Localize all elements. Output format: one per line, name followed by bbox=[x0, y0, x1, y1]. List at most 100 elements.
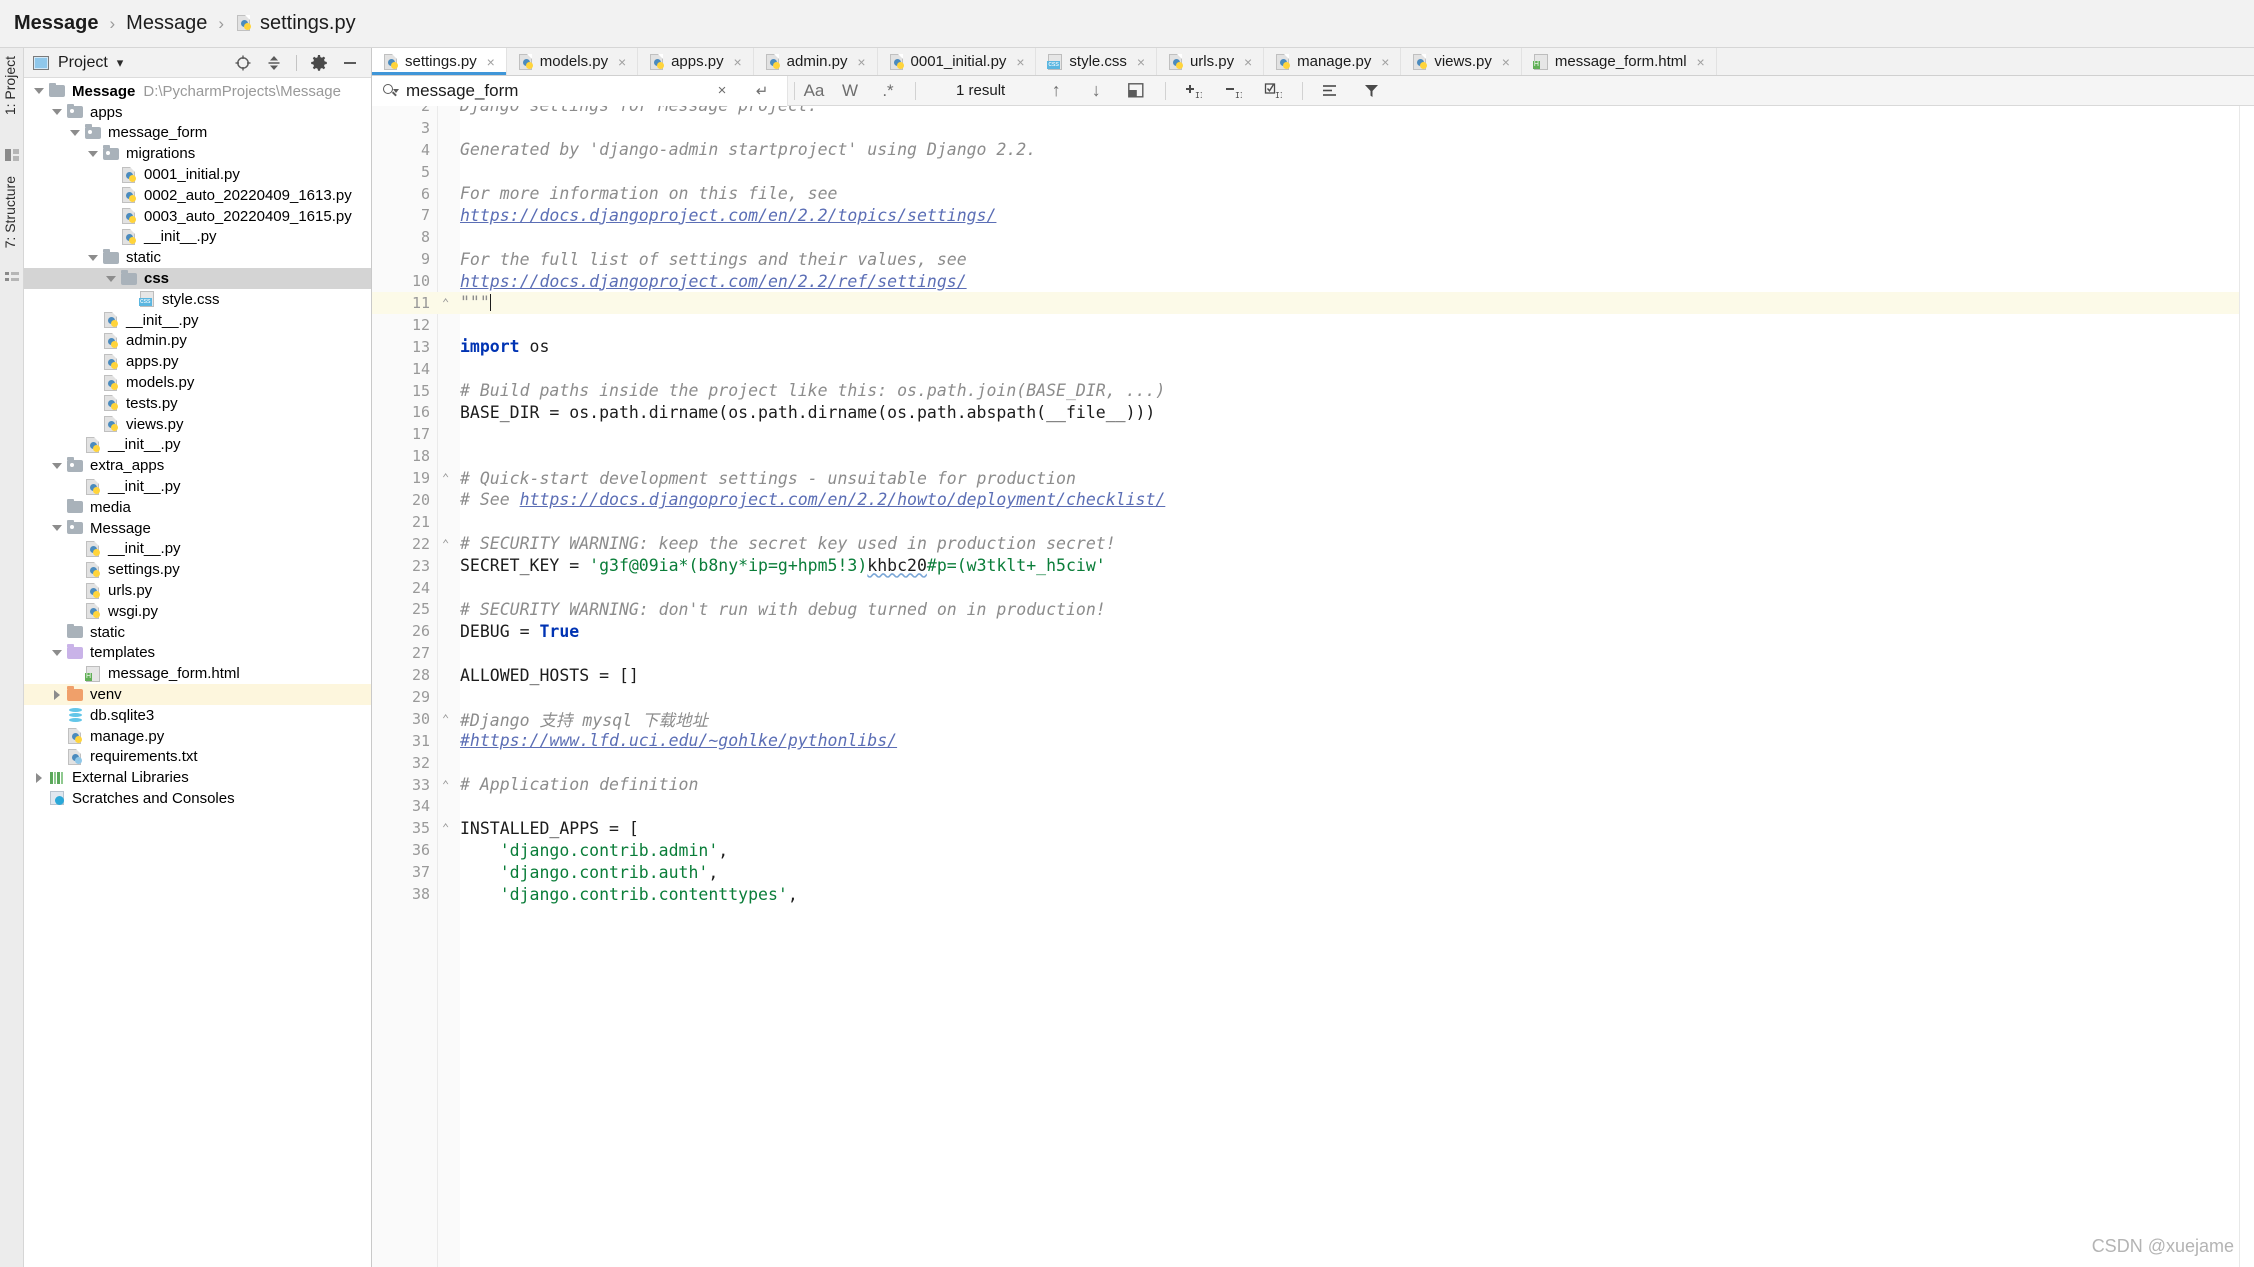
tree-node-media[interactable]: media bbox=[24, 497, 371, 518]
code-line[interactable]: 14 bbox=[372, 358, 2254, 380]
code-line[interactable]: 23 SECRET_KEY = 'g3f@09ia*(b8ny*ip=g+hpm5… bbox=[372, 555, 2254, 577]
fold-marker-icon[interactable]: ⌃ bbox=[442, 713, 454, 725]
tree-node-message_form[interactable]: message_form bbox=[24, 123, 371, 144]
code-line[interactable]: 11 ⌃ """ bbox=[372, 292, 2254, 314]
find-in-selection-icon[interactable] bbox=[1317, 76, 1343, 106]
tree-node-settings-py[interactable]: settings.py bbox=[24, 559, 371, 580]
code-line[interactable]: 13 import os bbox=[372, 336, 2254, 358]
close-icon[interactable]: × bbox=[1014, 55, 1026, 69]
code-line[interactable]: 29 bbox=[372, 686, 2254, 708]
breadcrumb-item-message[interactable]: Message bbox=[14, 12, 99, 35]
close-icon[interactable]: × bbox=[1500, 55, 1512, 69]
project-tree[interactable]: Message D:\PycharmProjects\Message apps mes… bbox=[24, 79, 371, 1267]
code-line[interactable]: 28 ALLOWED_HOSTS = [] bbox=[372, 664, 2254, 686]
filter-icon[interactable] bbox=[1359, 76, 1385, 106]
collapse-all-icon[interactable] bbox=[265, 54, 283, 72]
tree-toggle-down-icon[interactable] bbox=[50, 521, 64, 535]
tree-node-0002_auto_20220409_1613-py[interactable]: 0002_auto_20220409_1613.py bbox=[24, 185, 371, 206]
tree-node-__init__-py[interactable]: __init__.py bbox=[24, 435, 371, 456]
code-line[interactable]: 17 bbox=[372, 423, 2254, 445]
code-line[interactable]: 25 # SECURITY WARNING: don't run with deb… bbox=[372, 598, 2254, 620]
tree-toggle-down-icon[interactable] bbox=[86, 147, 100, 161]
close-icon[interactable]: × bbox=[1242, 55, 1254, 69]
code-editor[interactable]: 2Django settings for Message project.34G… bbox=[372, 106, 2254, 1267]
add-occurrence-icon[interactable]: II bbox=[1180, 76, 1206, 106]
editor-tab-settings-py[interactable]: settings.py × bbox=[372, 48, 507, 75]
tree-node-message[interactable]: Message D:\PycharmProjects\Message bbox=[24, 81, 371, 102]
code-line[interactable]: 32 bbox=[372, 752, 2254, 774]
search-icon[interactable] bbox=[382, 83, 399, 99]
regex-toggle[interactable]: .* bbox=[875, 76, 901, 106]
tree-toggle-down-icon[interactable] bbox=[86, 251, 100, 265]
tree-node-__init__-py[interactable]: __init__.py bbox=[24, 310, 371, 331]
chevron-down-icon[interactable]: ▾ bbox=[117, 55, 124, 71]
code-line[interactable]: 27 bbox=[372, 642, 2254, 664]
tree-node-__init__-py[interactable]: __init__.py bbox=[24, 539, 371, 560]
code-line[interactable]: 36 'django.contrib.admin', bbox=[372, 839, 2254, 861]
code-token-link[interactable]: #https://www.lfd.uci.edu/~gohlke/pythonl… bbox=[460, 731, 897, 750]
code-content[interactable]: 2Django settings for Message project.34G… bbox=[372, 106, 2254, 1267]
editor-tab-apps-py[interactable]: apps.py × bbox=[638, 48, 754, 75]
tree-node-migrations[interactable]: migrations bbox=[24, 143, 371, 164]
code-line[interactable]: 15 # Build paths inside the project like … bbox=[372, 380, 2254, 402]
close-icon[interactable]: × bbox=[1695, 55, 1707, 69]
fold-marker-icon[interactable]: ⌃ bbox=[442, 779, 454, 791]
tree-node-message[interactable]: Message bbox=[24, 518, 371, 539]
tool-window-button-structure[interactable]: 7: Structure bbox=[2, 176, 18, 248]
code-line[interactable]: 16 BASE_DIR = os.path.dirname(os.path.dir… bbox=[372, 401, 2254, 423]
code-line[interactable]: 33 ⌃ # Application definition bbox=[372, 774, 2254, 796]
fold-marker-icon[interactable]: ⌃ bbox=[442, 822, 454, 834]
tree-node-0003_auto_20220409_1615-py[interactable]: 0003_auto_20220409_1615.py bbox=[24, 206, 371, 227]
code-line[interactable]: 5 bbox=[372, 161, 2254, 183]
tree-node-0001_initial-py[interactable]: 0001_initial.py bbox=[24, 164, 371, 185]
code-token-link[interactable]: https://docs.djangoproject.com/en/2.2/to… bbox=[460, 206, 996, 225]
breadcrumb-item-message[interactable]: Message bbox=[126, 12, 207, 35]
tree-node-apps[interactable]: apps bbox=[24, 102, 371, 123]
tree-toggle-down-icon[interactable] bbox=[50, 459, 64, 473]
code-line[interactable]: 20 # See https://docs.djangoproject.com/e… bbox=[372, 489, 2254, 511]
code-line[interactable]: 34 bbox=[372, 796, 2254, 818]
close-icon[interactable]: × bbox=[485, 55, 497, 69]
editor-tab-views-py[interactable]: views.py × bbox=[1401, 48, 1522, 75]
tree-node-scratches-and-consoles[interactable]: Scratches and Consoles bbox=[24, 788, 371, 809]
find-input[interactable]: message_form bbox=[406, 81, 518, 101]
editor-tab-manage-py[interactable]: manage.py × bbox=[1264, 48, 1402, 75]
tree-node-templates[interactable]: templates bbox=[24, 643, 371, 664]
find-previous-icon[interactable]: ↑ bbox=[1043, 76, 1069, 106]
code-token-link[interactable]: https://docs.djangoproject.com/en/2.2/re… bbox=[460, 272, 967, 291]
code-line[interactable]: 8 bbox=[372, 226, 2254, 248]
tree-node-models-py[interactable]: models.py bbox=[24, 372, 371, 393]
tree-node-extra_apps[interactable]: extra_apps bbox=[24, 455, 371, 476]
whole-words-toggle[interactable]: W bbox=[837, 76, 863, 106]
tree-toggle-right-icon[interactable] bbox=[50, 688, 64, 702]
search-history-icon[interactable]: ↵ bbox=[749, 76, 775, 106]
fold-marker-icon[interactable]: ⌃ bbox=[442, 297, 454, 309]
tree-toggle-down-icon[interactable] bbox=[50, 646, 64, 660]
tree-node-db-sqlite3[interactable]: db.sqlite3 bbox=[24, 705, 371, 726]
editor-tab-style-css[interactable]: css style.css × bbox=[1036, 48, 1157, 75]
editor-tab-0001_initial-py[interactable]: 0001_initial.py × bbox=[877, 48, 1037, 75]
close-icon[interactable]: × bbox=[1135, 55, 1147, 69]
clear-search-icon[interactable]: × bbox=[709, 76, 735, 106]
tree-node-venv[interactable]: venv bbox=[24, 684, 371, 705]
code-line[interactable]: 24 bbox=[372, 577, 2254, 599]
code-line[interactable]: 26 DEBUG = True bbox=[372, 620, 2254, 642]
tree-toggle-down-icon[interactable] bbox=[104, 272, 118, 286]
fold-marker-icon[interactable]: ⌃ bbox=[442, 472, 454, 484]
code-token-link[interactable]: https://docs.djangoproject.com/en/2.2/ho… bbox=[520, 490, 1166, 509]
close-icon[interactable]: × bbox=[856, 55, 868, 69]
fold-marker-icon[interactable]: ⌃ bbox=[442, 538, 454, 550]
tree-node-manage-py[interactable]: manage.py bbox=[24, 726, 371, 747]
code-line[interactable]: 3 bbox=[372, 117, 2254, 139]
code-line[interactable]: 21 bbox=[372, 511, 2254, 533]
tree-node-requirements-txt[interactable]: requirements.txt bbox=[24, 747, 371, 768]
tree-node-message_form-html[interactable]: Hmessage_form.html bbox=[24, 663, 371, 684]
select-all-occurrences-icon[interactable] bbox=[1123, 76, 1149, 106]
code-line[interactable]: 37 'django.contrib.auth', bbox=[372, 861, 2254, 883]
editor-marker-bar[interactable] bbox=[2240, 106, 2254, 1267]
code-line[interactable]: 2 Django settings for Message project. bbox=[372, 106, 2254, 117]
tree-node-static[interactable]: static bbox=[24, 622, 371, 643]
close-icon[interactable]: × bbox=[732, 55, 744, 69]
tree-node-tests-py[interactable]: tests.py bbox=[24, 393, 371, 414]
tree-node-views-py[interactable]: views.py bbox=[24, 414, 371, 435]
